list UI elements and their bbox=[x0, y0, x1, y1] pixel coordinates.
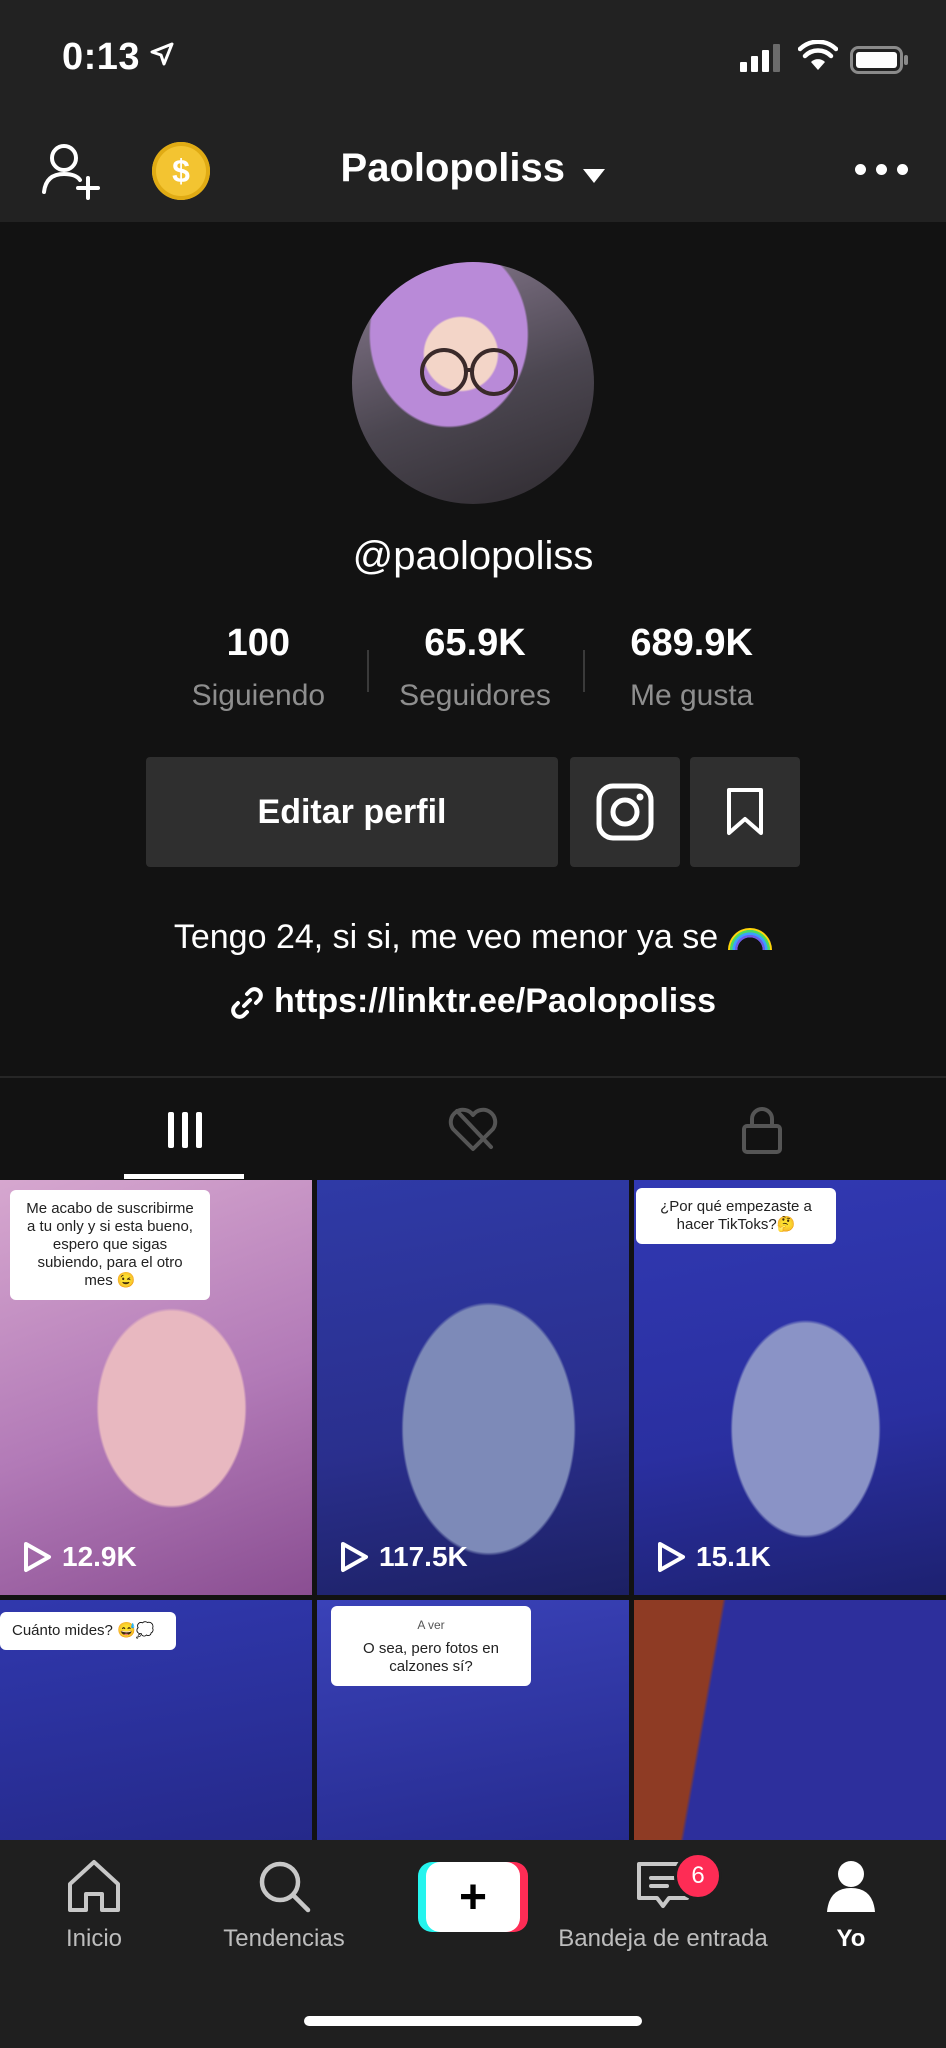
profile-stats: 100 Siguiendo 65.9K Seguidores 689.9K Me… bbox=[150, 622, 800, 722]
video-thumbnail[interactable]: A ver O sea, pero fotos en calzones sí? bbox=[317, 1600, 629, 1840]
stat-label: Seguidores bbox=[399, 679, 551, 712]
status-time: 0:13 bbox=[62, 36, 141, 78]
caret-down-icon bbox=[583, 168, 606, 183]
stat-label: Siguiendo bbox=[191, 679, 326, 712]
play-count: 15.1K bbox=[656, 1541, 771, 1573]
profile-header: $ Paolopoliss bbox=[0, 118, 946, 222]
play-icon bbox=[24, 1542, 51, 1572]
stat-likes[interactable]: 689.9K Me gusta bbox=[583, 622, 800, 722]
video-thumbnail[interactable]: Me acabo de suscribirme a tu only y si e… bbox=[0, 1180, 312, 1595]
nav-inbox[interactable]: Bandeja de entrada bbox=[548, 1858, 778, 1953]
account-switcher[interactable]: Paolopoliss bbox=[0, 146, 946, 191]
profile-tabs bbox=[0, 1076, 946, 1182]
instagram-button[interactable] bbox=[570, 757, 680, 867]
search-icon bbox=[259, 1861, 311, 1913]
video-thumbnail[interactable]: 117.5K bbox=[317, 1180, 629, 1595]
edit-profile-button[interactable]: Editar perfil bbox=[146, 757, 558, 867]
link-text: https://linktr.ee/Paolopoliss bbox=[273, 982, 717, 1020]
profile-icon bbox=[827, 1861, 875, 1912]
tab-videos[interactable] bbox=[27, 1078, 342, 1182]
play-count: 117.5K bbox=[339, 1541, 468, 1573]
play-count-value: 15.1K bbox=[696, 1541, 771, 1572]
stat-value: 65.9K bbox=[424, 622, 526, 664]
nav-discover[interactable]: Tendencias bbox=[212, 1858, 356, 1953]
home-indicator bbox=[304, 2016, 642, 2026]
stat-followers[interactable]: 65.9K Seguidores bbox=[366, 622, 584, 722]
play-count: 12.9K bbox=[22, 1541, 137, 1573]
inbox-badge: 6 bbox=[674, 1852, 722, 1900]
bookmarks-button[interactable] bbox=[690, 757, 800, 867]
question-sticker: Cuánto mides? 😅💭 bbox=[0, 1612, 176, 1650]
nav-profile[interactable]: Yo bbox=[818, 1858, 884, 1953]
link-icon bbox=[231, 987, 263, 1019]
account-title: Paolopoliss bbox=[340, 146, 566, 190]
video-grid: Me acabo de suscribirme a tu only y si e… bbox=[0, 1180, 946, 1840]
question-sticker: Me acabo de suscribirme a tu only y si e… bbox=[10, 1190, 210, 1300]
create-video-button[interactable]: + bbox=[418, 1862, 528, 1932]
play-count-value: 12.9K bbox=[62, 1541, 137, 1572]
wifi-icon bbox=[798, 40, 838, 70]
play-count-value: 117.5K bbox=[379, 1541, 468, 1572]
grid-icon bbox=[167, 1112, 202, 1148]
play-icon bbox=[658, 1542, 685, 1572]
bio: Tengo 24, si si, me veo menor ya se bbox=[0, 918, 946, 957]
instagram-icon bbox=[596, 783, 654, 841]
tab-private[interactable] bbox=[604, 1078, 919, 1182]
nav-label: Tendencias bbox=[223, 1925, 345, 1952]
nav-label: Inicio bbox=[65, 1925, 123, 1952]
home-icon bbox=[68, 1860, 120, 1912]
question-sticker: ¿Por qué empezaste a hacer TikToks?🤔 bbox=[636, 1188, 836, 1244]
video-thumbnail[interactable]: ¿Por qué empezaste a hacer TikToks?🤔 15.… bbox=[634, 1180, 946, 1595]
status-bar: 0:13 bbox=[0, 0, 946, 118]
video-thumbnail[interactable]: Cuánto mides? 😅💭 bbox=[0, 1600, 312, 1840]
lock-icon bbox=[741, 1107, 782, 1154]
rainbow-emoji-icon bbox=[728, 928, 773, 951]
stat-value: 689.9K bbox=[630, 622, 753, 664]
active-tab-indicator bbox=[124, 1174, 244, 1179]
stat-following[interactable]: 100 Siguiendo bbox=[150, 622, 367, 722]
nav-home[interactable]: Inicio bbox=[54, 1858, 134, 1953]
username: @paolopoliss bbox=[352, 534, 594, 578]
plus-icon: + bbox=[426, 1862, 520, 1932]
bio-link[interactable]: https://linktr.ee/Paolopoliss bbox=[0, 982, 946, 1021]
nav-label: Bandeja de entrada bbox=[558, 1925, 768, 1952]
avatar[interactable] bbox=[352, 262, 594, 504]
video-thumbnail[interactable] bbox=[634, 1600, 946, 1840]
tab-liked[interactable] bbox=[315, 1078, 630, 1182]
stat-label: Me gusta bbox=[629, 679, 754, 712]
nav-label: Yo bbox=[836, 1925, 866, 1952]
stat-value: 100 bbox=[226, 622, 291, 664]
cellular-signal-icon bbox=[740, 44, 780, 72]
location-arrow-icon bbox=[150, 42, 174, 66]
bio-text: Tengo 24, si si, me veo menor ya se bbox=[173, 918, 719, 956]
play-icon bbox=[341, 1542, 368, 1572]
more-options-icon[interactable] bbox=[855, 164, 908, 175]
question-sticker-header: A ver bbox=[417, 1618, 445, 1632]
bookmark-icon bbox=[727, 788, 763, 835]
question-sticker: A ver O sea, pero fotos en calzones sí? bbox=[331, 1606, 531, 1686]
hidden-heart-icon bbox=[448, 1107, 497, 1151]
question-sticker-text: O sea, pero fotos en calzones sí? bbox=[363, 1640, 499, 1675]
battery-icon bbox=[850, 46, 908, 74]
avatar-glasses-icon bbox=[420, 348, 518, 396]
